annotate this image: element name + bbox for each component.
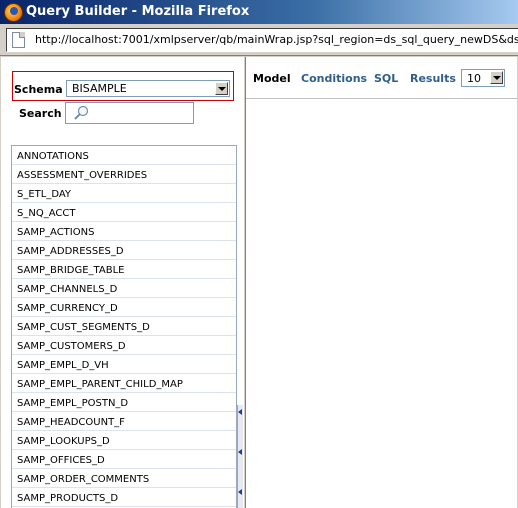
table-list-item[interactable]: SAMP_EMPL_PARENT_CHILD_MAP	[12, 375, 236, 393]
page-content: Schema BISAMPLE Search ANNOTATIONS ASSESS…	[1, 57, 517, 508]
tab-bar: Model Conditions SQL Results 10	[246, 57, 517, 99]
table-list-item[interactable]: SAMP_EMPL_D_VH	[12, 356, 236, 374]
collapse-arrow-icon[interactable]	[238, 409, 242, 415]
table-list-item[interactable]: SAMP_HEADCOUNT_F	[12, 413, 236, 431]
table-list-item[interactable]: ANNOTATIONS	[12, 147, 236, 165]
window-title-bar[interactable]: Query Builder - Mozilla Firefox	[0, 0, 518, 24]
firefox-icon	[4, 3, 23, 22]
table-list-item[interactable]: SAMP_ACTIONS	[12, 223, 236, 241]
table-list-item[interactable]: SAMP_PRODUCTS_D	[12, 489, 236, 507]
page-icon	[12, 32, 25, 48]
schema-select-value: BISAMPLE	[72, 82, 127, 95]
schema-select[interactable]: BISAMPLE	[66, 80, 230, 97]
schema-pane: Schema BISAMPLE Search ANNOTATIONS ASSESS…	[1, 57, 243, 508]
schema-group: Schema BISAMPLE	[12, 71, 234, 101]
schema-label: Schema	[14, 83, 63, 96]
table-list-item[interactable]: SAMP_OFFICES_D	[12, 451, 236, 469]
table-list-item[interactable]: SAMP_EMPL_POSTN_D	[12, 394, 236, 412]
tab-conditions[interactable]: Conditions	[301, 72, 367, 85]
table-list-item[interactable]: S_NQ_ACCT	[12, 204, 236, 222]
window-title: Query Builder - Mozilla Firefox	[26, 4, 250, 19]
url-field[interactable]: http://localhost:7001/xmlpserver/qb/main…	[6, 28, 518, 52]
table-list-item[interactable]: S_ETL_DAY	[12, 185, 236, 203]
tab-results[interactable]: Results	[410, 72, 456, 85]
collapse-arrow-icon[interactable]	[238, 449, 242, 455]
rows-select[interactable]: 10	[461, 69, 505, 87]
table-list-item[interactable]: SAMP_ADDRESSES_D	[12, 242, 236, 260]
table-list-item[interactable]: SAMP_ORDER_COMMENTS	[12, 470, 236, 488]
address-bar: http://localhost:7001/xmlpserver/qb/main…	[0, 24, 518, 56]
chevron-down-icon[interactable]	[215, 82, 228, 95]
table-list-item[interactable]: SAMP_BRIDGE_TABLE	[12, 261, 236, 279]
table-list-item[interactable]: SAMP_CUST_SEGMENTS_D	[12, 318, 236, 336]
search-input[interactable]	[65, 102, 194, 124]
rows-select-value: 10	[467, 72, 481, 85]
url-text: http://localhost:7001/xmlpserver/qb/main…	[35, 33, 518, 46]
table-list[interactable]: ANNOTATIONS ASSESSMENT_OVERRIDES S_ETL_DAY…	[11, 145, 237, 508]
search-icon	[74, 105, 89, 120]
search-label: Search	[19, 107, 62, 120]
tab-model[interactable]: Model	[253, 72, 291, 85]
chevron-down-icon[interactable]	[490, 71, 503, 84]
collapse-arrow-icon[interactable]	[238, 489, 242, 495]
table-list-item[interactable]: SAMP_LOOKUPS_D	[12, 432, 236, 450]
tab-sql[interactable]: SQL	[374, 72, 398, 85]
table-list-item[interactable]: SAMP_CUSTOMERS_D	[12, 337, 236, 355]
table-list-item[interactable]: ASSESSMENT_OVERRIDES	[12, 166, 236, 184]
query-pane: Model Conditions SQL Results 10	[246, 57, 517, 508]
table-list-item[interactable]: SAMP_CHANNELS_D	[12, 280, 236, 298]
table-list-item[interactable]: SAMP_CURRENCY_D	[12, 299, 236, 317]
